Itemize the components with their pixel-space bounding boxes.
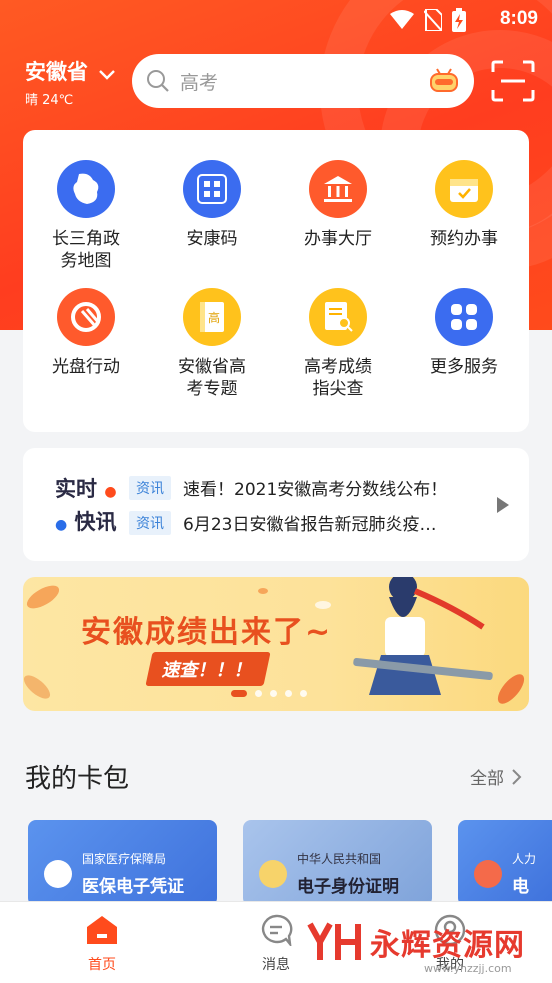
national-emblem-icon [259, 860, 287, 888]
service-label: 安康码 [186, 229, 238, 249]
home-icon [87, 916, 117, 944]
banner-cta-button[interactable]: 速查！！！ [145, 652, 271, 686]
map-icon [57, 160, 115, 218]
news-brand-top: 实时 [55, 477, 97, 501]
carousel-dot[interactable] [231, 690, 247, 697]
service-label: 光盘行动 [52, 357, 120, 377]
card-issuer: 中华人民共和国 [297, 852, 382, 866]
watermark-logo-icon [307, 922, 361, 960]
status-time: 8:09 [499, 8, 538, 29]
news-tag: 资讯 [129, 475, 171, 500]
insurance-logo-icon [44, 860, 72, 888]
tab-label: 消息 [262, 957, 290, 973]
service-more[interactable]: 更多服务 [401, 288, 527, 378]
scan-icon[interactable] [491, 60, 535, 102]
news-brand: 实时 ● ● 快讯 [55, 477, 117, 534]
document-search-icon [309, 288, 367, 346]
message-icon [261, 914, 293, 949]
news-item[interactable]: 资讯 6月23日安徽省报告新冠肺炎疫情情况 [129, 510, 453, 535]
svg-text:高: 高 [208, 310, 220, 325]
service-yangtze-map[interactable]: 长三角政 务地图 [23, 160, 149, 272]
no-sim-icon [424, 9, 442, 31]
battery-charging-icon [452, 8, 466, 32]
search-bar[interactable]: 高考 [132, 54, 474, 108]
chevron-down-icon [99, 69, 115, 80]
book-icon: 高 [183, 288, 241, 346]
carousel-dot[interactable] [300, 690, 307, 697]
news-item[interactable]: 资讯 速看！2021安徽高考分数线公布！ [129, 475, 453, 500]
grid-icon [435, 288, 493, 346]
promo-banner[interactable]: 安徽成绩出来了~ 速查！！！ [23, 577, 529, 711]
status-bar: 8:09 [0, 0, 552, 40]
weather-text: 晴 24℃ [25, 93, 74, 108]
tab-home[interactable]: 首页 [62, 914, 142, 974]
search-icon [147, 70, 169, 92]
services-panel: 长三角政 务地图 安康码 办事大厅 预约办事 光盘行动 高 安徽省高 考专题 高… [23, 130, 529, 432]
qr-code-icon [183, 160, 241, 218]
card-id-proof[interactable]: 中华人民共和国 电子身份证明 [243, 820, 432, 906]
carousel-dot[interactable] [255, 690, 262, 697]
card-name: 电 [512, 877, 529, 897]
news-headline: 速看！2021安徽高考分数线公布！ [183, 480, 448, 500]
card-name: 电子身份证明 [297, 877, 399, 897]
status-icons [390, 8, 466, 32]
location-selector[interactable]: 安徽省 [25, 56, 115, 86]
service-appointment[interactable]: 预约办事 [401, 160, 527, 250]
banner-title: 安徽成绩出来了~ [81, 615, 333, 650]
robot-assistant-icon[interactable] [428, 67, 460, 95]
news-ticker[interactable]: 实时 ● ● 快讯 资讯 速看！2021安徽高考分数线公布！ 资讯 6月23日安… [23, 448, 529, 561]
carousel-dots [231, 690, 307, 697]
location-name: 安徽省 [25, 60, 88, 84]
service-ankang-code[interactable]: 安康码 [149, 160, 275, 250]
wifi-icon [390, 10, 414, 29]
news-headline: 6月23日安徽省报告新冠肺炎疫情情况 [183, 515, 453, 535]
service-label: 安徽省高 考专题 [178, 357, 246, 399]
service-label: 高考成绩 指尖查 [304, 357, 372, 399]
service-exam-topic[interactable]: 高 安徽省高 考专题 [149, 288, 275, 400]
see-all-label: 全部 [470, 769, 504, 789]
see-all-link[interactable]: 全部 [470, 764, 522, 789]
card-issuer: 人力 [512, 852, 537, 866]
news-tag: 资讯 [129, 510, 171, 535]
watermark: 永辉资源网 [306, 920, 525, 964]
service-exam-score[interactable]: 高考成绩 指尖查 [275, 288, 401, 400]
tab-label: 首页 [88, 957, 116, 973]
section-title: 我的卡包 [25, 764, 130, 794]
watermark-text: 永辉资源网 [370, 928, 525, 963]
news-brand-bottom: 快讯 [74, 510, 117, 534]
plate-icon [57, 288, 115, 346]
service-label: 更多服务 [430, 357, 498, 377]
carousel-dot[interactable] [270, 690, 277, 697]
service-clean-plate[interactable]: 光盘行动 [23, 288, 149, 378]
card-issuer: 国家医疗保障局 [82, 852, 167, 866]
search-input[interactable]: 高考 [180, 68, 428, 95]
calendar-icon [435, 160, 493, 218]
card-social-security[interactable]: 人力 电 [458, 820, 552, 906]
service-label: 办事大厅 [304, 229, 372, 249]
carousel-dot[interactable] [285, 690, 292, 697]
service-label: 长三角政 务地图 [52, 229, 120, 271]
watermark-url: www.yhzzjj.com [424, 962, 512, 975]
card-medical-insurance[interactable]: 国家医疗保障局 医保电子凭证 [28, 820, 217, 906]
play-arrow-icon[interactable] [497, 497, 509, 513]
service-label: 预约办事 [430, 229, 498, 249]
chevron-right-icon [512, 768, 522, 785]
card-name: 医保电子凭证 [82, 877, 184, 897]
service-office-hall[interactable]: 办事大厅 [275, 160, 401, 250]
social-security-logo-icon [474, 860, 502, 888]
bank-hall-icon [309, 160, 367, 218]
tab-messages[interactable]: 消息 [236, 914, 316, 974]
